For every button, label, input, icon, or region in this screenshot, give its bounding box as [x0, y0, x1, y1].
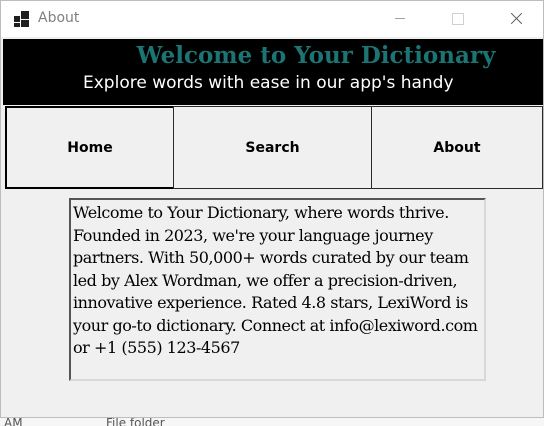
maximize-icon	[452, 13, 464, 25]
header-banner: Welcome to Your Dictionary Explore words…	[3, 39, 543, 105]
banner-title: Welcome to Your Dictionary	[136, 42, 496, 69]
title-bar[interactable]: About	[1, 1, 543, 37]
close-button[interactable]	[493, 1, 539, 37]
background-explorer-strip: AM File folder	[0, 418, 544, 426]
nav-bar: Home Search About	[3, 106, 543, 190]
about-window: About Welcome to Your Dictionary Explore…	[0, 0, 544, 418]
minimize-button[interactable]	[377, 1, 423, 37]
app-window-icon	[14, 11, 30, 27]
maximize-button[interactable]	[435, 1, 481, 37]
about-description: Welcome to Your Dictionary, where words …	[73, 203, 478, 357]
about-button[interactable]: About	[371, 106, 543, 189]
about-textbox[interactable]: Welcome to Your Dictionary, where words …	[69, 198, 486, 381]
search-button[interactable]: Search	[173, 106, 372, 189]
home-button[interactable]: Home	[5, 106, 174, 189]
banner-subtitle: Explore words with ease in our app's han…	[83, 73, 454, 93]
background-type-text: File folder	[106, 418, 165, 426]
window-title: About	[38, 10, 80, 26]
background-time-text: AM	[4, 418, 23, 426]
minimize-icon	[395, 18, 405, 19]
